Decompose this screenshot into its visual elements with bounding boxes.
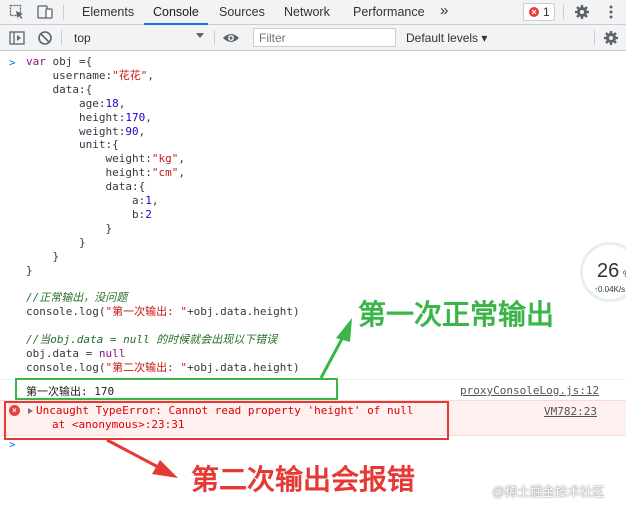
- live-expression-eye-icon[interactable]: [222, 30, 239, 46]
- inspect-element-icon[interactable]: [9, 4, 25, 20]
- code-line: }: [26, 249, 60, 263]
- error-count-badge[interactable]: × 1: [523, 3, 555, 21]
- code-line: data:{: [26, 180, 146, 194]
- console-toolbar: top Default levels ▾: [0, 25, 626, 51]
- input-prompt-chevron-icon: >: [9, 56, 16, 69]
- code-line: var obj ={: [26, 55, 93, 68]
- divider: [563, 5, 564, 20]
- divider: [61, 30, 62, 45]
- green-arrow-icon: [319, 318, 352, 379]
- code-line: b:2: [26, 207, 152, 221]
- error-icon: ×: [529, 7, 539, 17]
- perf-speed-value: 0.04K/s: [598, 285, 626, 294]
- divider: [63, 5, 64, 20]
- console-settings-gear-icon[interactable]: [603, 30, 619, 46]
- code-line: //当obj.data = null 的时候就会出现以下错误: [26, 333, 278, 347]
- more-options-icon[interactable]: [603, 4, 619, 20]
- filter-input[interactable]: [253, 28, 396, 47]
- code-line: data:{: [26, 82, 93, 96]
- error-count: 1: [543, 5, 550, 19]
- tab-performance[interactable]: Performance: [353, 0, 425, 24]
- clear-console-icon[interactable]: [37, 30, 53, 46]
- tab-sources[interactable]: Sources: [219, 0, 265, 24]
- divider: [214, 30, 215, 45]
- tab-network[interactable]: Network: [284, 0, 330, 24]
- code-line: console.log("第一次输出: "+obj.data.height): [26, 305, 300, 319]
- code-line: }: [26, 221, 113, 235]
- code-line: }: [26, 235, 86, 249]
- settings-gear-icon[interactable]: [574, 4, 590, 20]
- tab-console[interactable]: Console: [144, 0, 208, 25]
- show-sidebar-icon[interactable]: [9, 30, 25, 46]
- console-code-block: var obj ={ username:"花花", data:{ age:18,…: [26, 55, 300, 375]
- code-line: age:18,: [26, 96, 126, 110]
- code-line: height:"cm",: [26, 166, 185, 180]
- red-arrow-icon: [106, 438, 178, 478]
- divider: [594, 30, 595, 45]
- code-line: unit:{: [26, 138, 119, 152]
- code-line: username:"花花",: [26, 68, 154, 82]
- context-selector[interactable]: top: [68, 28, 208, 47]
- code-line: height:170,: [26, 110, 152, 124]
- tab-elements[interactable]: Elements: [82, 0, 134, 24]
- error-highlight-box: [4, 401, 449, 440]
- first-output-highlight-box: [15, 378, 338, 400]
- code-line: weight:"kg",: [26, 152, 185, 166]
- performance-monitor-widget: 26 % ↑0.04K/s: [580, 242, 626, 302]
- first-output-annotation: 第一次正常输出: [358, 298, 555, 331]
- code-line: weight:90,: [26, 124, 146, 138]
- code-line: }: [26, 263, 33, 277]
- log-source-link[interactable]: proxyConsoleLog.js:12: [460, 384, 599, 397]
- code-line: a:1,: [26, 194, 159, 208]
- log-levels-dropdown[interactable]: Default levels ▾: [406, 31, 487, 45]
- code-line: //正常输出，没问题: [26, 291, 128, 305]
- watermark: @稀土掘金技术社区: [492, 485, 605, 499]
- more-tabs-button[interactable]: »: [440, 0, 448, 23]
- code-line: obj.data = null: [26, 347, 126, 361]
- perf-value: 26: [597, 260, 620, 282]
- error-source-link[interactable]: VM782:23: [544, 405, 597, 418]
- device-toolbar-icon[interactable]: [37, 4, 53, 20]
- devtools-tab-bar: Elements Console Sources Network Perform…: [0, 0, 626, 25]
- perf-speed: ↑0.04K/s: [594, 285, 625, 294]
- context-value: top: [74, 31, 91, 45]
- code-line: console.log("第二次输出: "+obj.data.height): [26, 360, 300, 374]
- error-annotation: 第二次输出会报错: [191, 463, 416, 496]
- caret-down-icon: [196, 33, 204, 38]
